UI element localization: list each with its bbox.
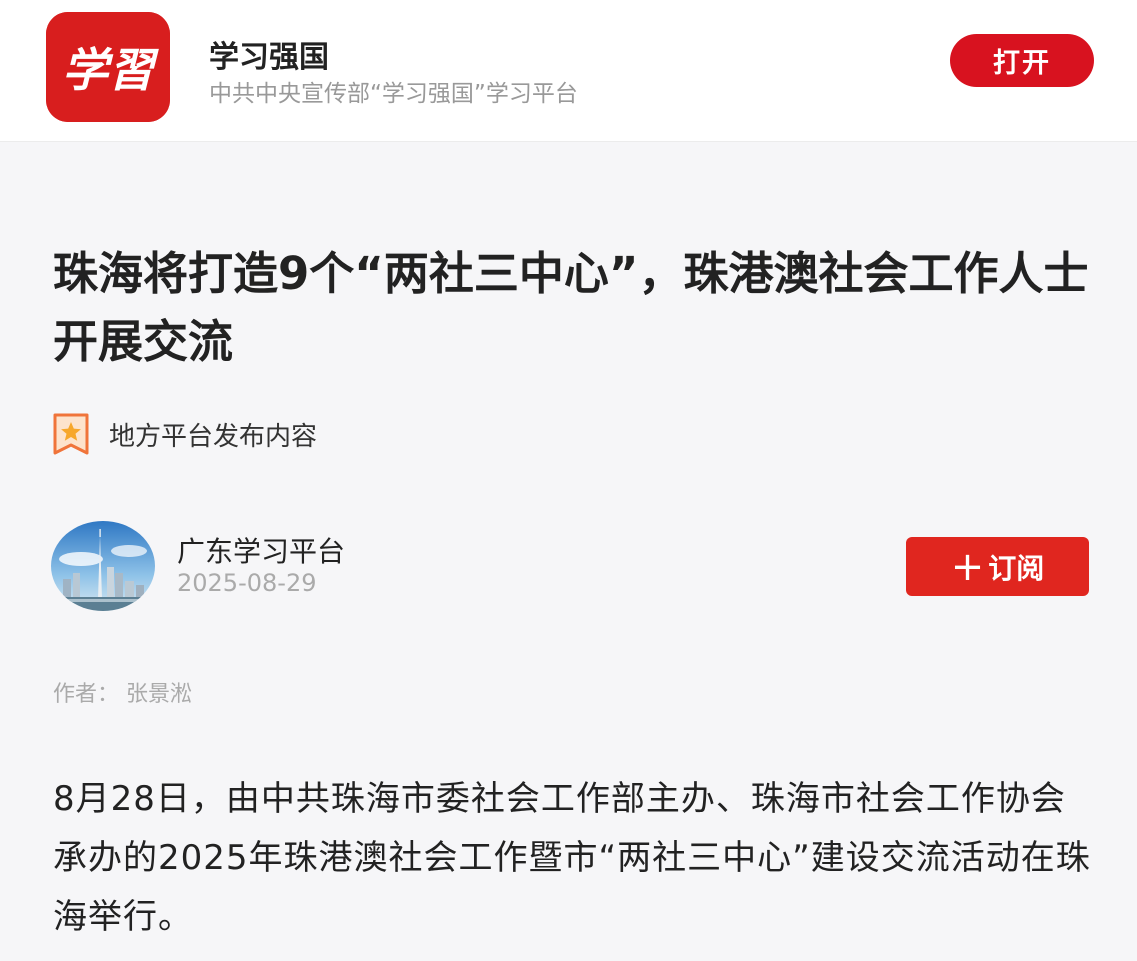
star-badge-icon	[53, 413, 89, 455]
app-description: 中共中央宣传部“学习强国”学习平台	[209, 81, 578, 107]
source-label: 地方平台发布内容	[109, 421, 318, 452]
xuexi-app-logo[interactable]: 学習	[46, 12, 170, 122]
open-app-button[interactable]: 打开	[950, 34, 1094, 87]
subscribe-button[interactable]: + 订阅	[906, 537, 1089, 596]
publish-date: 2025-08-29	[177, 569, 317, 597]
plus-icon: +	[950, 543, 985, 590]
subscribe-label: 订阅	[988, 551, 1045, 585]
app-name: 学习强国	[209, 40, 329, 75]
publisher-avatar[interactable]	[51, 521, 155, 611]
city-skyline-avatar	[51, 521, 155, 611]
source-label-row: 地方平台发布内容	[53, 412, 317, 456]
logo-graphic: 学習	[46, 12, 170, 122]
article-body: 8月28日，由中共珠海市委社会工作部主办、珠海市社会工作协会承办的2025年珠港…	[53, 779, 1091, 937]
logo-lettering: 学習	[62, 43, 159, 97]
article-title: 珠海将打造9个“两社三中心”，珠港澳社会工作人士开展交流	[53, 247, 1089, 368]
publisher-name[interactable]: 广东学习平台	[177, 530, 345, 570]
article-byline: 作者： 张景淞	[53, 682, 192, 707]
app-download-banner: 学習 学习强国 中共中央宣传部“学习强国”学习平台 打开	[0, 0, 1137, 142]
